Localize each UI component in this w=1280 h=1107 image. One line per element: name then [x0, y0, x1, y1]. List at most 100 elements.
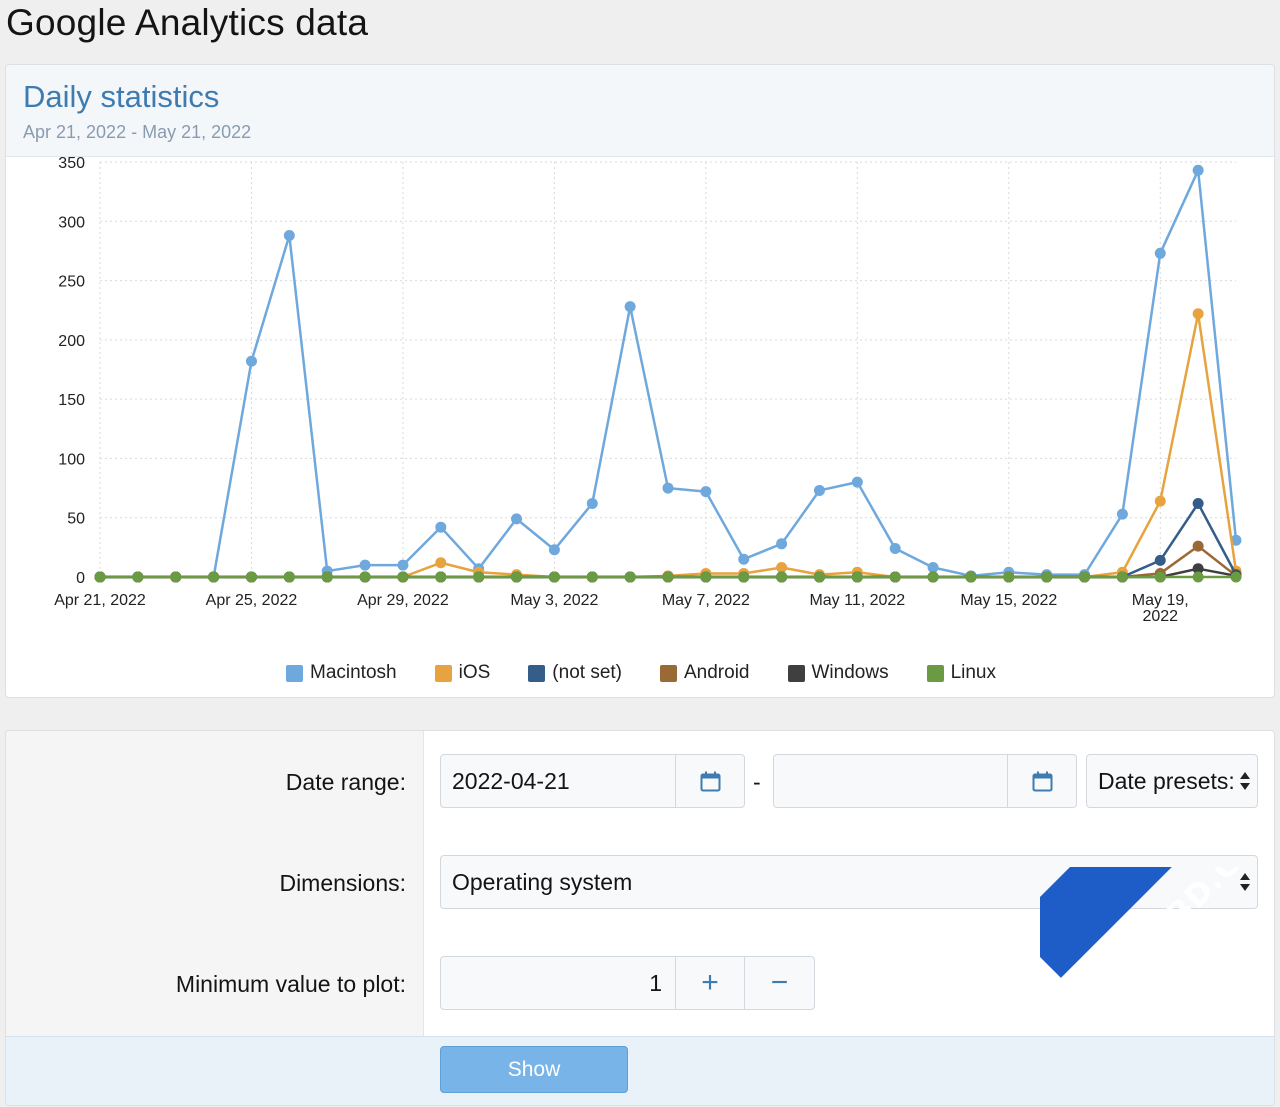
y-tick-label: 200	[58, 333, 85, 350]
data-point	[1192, 497, 1204, 509]
data-point	[851, 476, 863, 488]
legend-swatch	[286, 664, 303, 682]
legend-label: Android	[684, 662, 750, 683]
y-tick-label: 250	[58, 274, 85, 291]
legend-item[interactable]: (not set)	[528, 661, 622, 685]
data-point	[1230, 571, 1242, 583]
data-point	[511, 513, 523, 525]
series-line	[100, 169, 1238, 579]
x-tick-label: Apr 21, 2022	[54, 592, 146, 609]
data-point	[586, 497, 598, 509]
data-point	[662, 482, 674, 494]
end-date-input[interactable]	[773, 754, 1077, 808]
end-date-calendar-button[interactable]	[1007, 755, 1076, 807]
y-tick-label: 100	[58, 451, 85, 468]
y-tick-label: 150	[58, 392, 85, 409]
legend-swatch	[926, 664, 944, 682]
data-point	[889, 571, 901, 583]
show-button[interactable]: Show	[440, 1046, 628, 1093]
data-point	[245, 571, 257, 583]
data-point	[738, 571, 750, 583]
data-point	[170, 571, 182, 583]
data-point	[813, 571, 825, 583]
legend-swatch	[787, 664, 805, 682]
daily-statistics-panel: Daily statistics Apr 21, 2022 - May 21, …	[5, 64, 1275, 698]
data-point	[548, 571, 560, 583]
date-presets-select[interactable]: Date presets:	[1086, 754, 1258, 808]
data-point	[1192, 571, 1204, 583]
data-point	[1154, 495, 1166, 507]
data-point	[927, 562, 939, 574]
data-point	[397, 559, 409, 571]
start-date-value[interactable]: 2022-04-21	[452, 755, 570, 807]
data-point	[359, 571, 371, 583]
watermark: XenBD.Com	[1040, 867, 1280, 1107]
y-tick-label: 300	[58, 214, 85, 231]
data-point	[1003, 571, 1015, 583]
data-point	[700, 486, 712, 498]
y-tick-label: 0	[76, 570, 85, 587]
legend-item[interactable]: iOS	[434, 661, 490, 685]
y-tick-label: 50	[67, 511, 85, 528]
data-point	[435, 571, 447, 583]
data-point	[435, 557, 447, 569]
x-tick-label: May 19,	[1132, 592, 1189, 609]
y-tick-label: 350	[58, 157, 85, 172]
min-value-stepper[interactable]: 1 + −	[440, 956, 815, 1010]
x-tick-label: Apr 29, 2022	[357, 592, 449, 609]
data-point	[94, 571, 106, 583]
start-date-input[interactable]: 2022-04-21	[440, 754, 745, 808]
data-point	[1079, 571, 1091, 583]
select-arrows-icon	[1240, 770, 1250, 792]
data-point	[776, 562, 788, 574]
date-range-label: Date range:	[285, 769, 406, 795]
calendar-icon	[1032, 771, 1052, 791]
data-point	[776, 538, 788, 550]
data-point	[776, 571, 788, 583]
x-tick-label: May 11, 2022	[809, 592, 905, 609]
data-point	[397, 571, 409, 583]
line-chart: 0 50 100 150 200 250 300 350 Apr 21, 2022 Apr 25,…	[54, 157, 1242, 625]
data-point	[548, 544, 560, 556]
page-title: Google Analytics data	[6, 2, 369, 43]
date-presets-label: Date presets:	[1098, 768, 1235, 794]
min-value-input[interactable]: 1	[649, 957, 662, 1009]
data-point	[1192, 308, 1204, 320]
form-labels-column: Date range: Dimensions: Minimum value to…	[6, 731, 424, 1036]
legend-swatch	[434, 664, 452, 682]
min-value-label: Minimum value to plot:	[175, 971, 406, 997]
data-point	[965, 571, 977, 583]
decrement-button[interactable]: −	[744, 957, 814, 1009]
legend-item[interactable]: Android	[660, 661, 750, 685]
x-tick-label: May 15, 2022	[960, 592, 1057, 609]
data-point	[662, 571, 674, 583]
data-point	[889, 543, 901, 555]
data-point	[283, 230, 295, 242]
x-tick-label: May 7, 2022	[662, 592, 750, 609]
data-point	[245, 355, 257, 367]
data-point	[927, 571, 939, 583]
data-point	[1116, 571, 1128, 583]
start-date-calendar-button[interactable]	[675, 755, 744, 807]
data-point	[624, 571, 636, 583]
minus-icon: −	[770, 966, 789, 999]
series-line	[100, 312, 1238, 579]
legend-item[interactable]: Macintosh	[286, 661, 397, 685]
data-point	[473, 571, 485, 583]
data-point	[1192, 164, 1204, 176]
data-point	[1041, 571, 1053, 583]
legend-item[interactable]: Linux	[926, 661, 996, 685]
data-point	[132, 571, 144, 583]
legend-label: Linux	[950, 662, 996, 683]
data-point	[511, 571, 523, 583]
chart-legend: Macintosh iOS (not set) Android Windows Linux	[6, 661, 1274, 685]
increment-button[interactable]: +	[675, 957, 744, 1009]
data-point	[738, 553, 750, 565]
data-point	[700, 571, 712, 583]
legend-item[interactable]: Windows	[787, 661, 889, 685]
legend-swatch	[660, 664, 677, 682]
data-point	[1116, 508, 1128, 520]
dimensions-label: Dimensions:	[279, 870, 406, 896]
stats-title: Daily statistics	[23, 79, 220, 114]
stats-date-range: Apr 21, 2022 - May 21, 2022	[23, 122, 252, 142]
